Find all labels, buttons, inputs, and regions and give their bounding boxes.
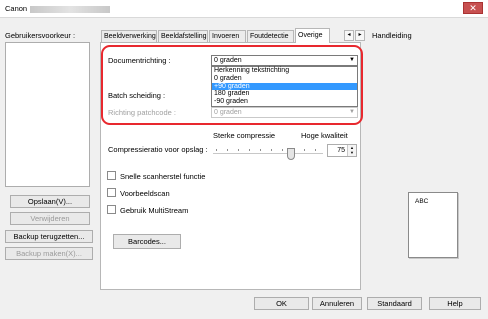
dropdown-option[interactable]: -90 graden — [212, 98, 357, 106]
stepper-arrows-icon[interactable]: ▲ ▼ — [347, 145, 356, 156]
compression-value-stepper[interactable]: 75 ▲ ▼ — [327, 144, 357, 157]
user-preference-label: Gebruikersvoorkeur : — [5, 31, 76, 40]
slider-tick — [227, 149, 228, 151]
compression-ratio-label: Compressieratio voor opslag : — [108, 145, 208, 154]
ok-button[interactable]: OK — [254, 297, 309, 310]
batch-separation-label: Batch scheiding : — [108, 91, 166, 100]
tab-error-detection[interactable]: Foutdetectie — [247, 30, 294, 42]
barcodes-button[interactable]: Barcodes... — [113, 234, 181, 249]
manual-label: Handleiding — [372, 31, 412, 40]
slider-tick — [216, 149, 217, 151]
tab-image-adjustment[interactable]: Beeldafstelling — [158, 30, 208, 42]
user-preference-list[interactable] — [5, 42, 90, 187]
document-orientation-value: 0 graden — [214, 57, 242, 64]
preview-scan-label: Voorbeeldscan — [120, 189, 170, 198]
compression-high-label: Sterke compressie — [213, 131, 276, 140]
dropdown-option[interactable]: 0 graden — [212, 75, 357, 83]
make-backup-button[interactable]: Backup maken(X)... — [5, 247, 93, 260]
cancel-button[interactable]: Annuleren — [312, 297, 362, 310]
dropdown-option[interactable]: Herkenning tekstrichting — [212, 67, 357, 75]
restore-backup-button[interactable]: Backup terugzetten... — [5, 230, 93, 243]
compression-value: 75 — [337, 147, 345, 154]
compression-slider-track[interactable] — [213, 153, 323, 154]
compression-slider-thumb[interactable] — [287, 148, 295, 160]
default-button[interactable]: Standaard — [367, 297, 422, 310]
tab-scroll-left-button[interactable]: ◂ — [344, 30, 354, 41]
dropdown-option-selected[interactable]: +90 graden — [212, 82, 357, 91]
preview-page-image: ABC — [408, 192, 458, 258]
chevron-down-icon: ▼ — [349, 57, 355, 63]
slider-tick — [238, 149, 239, 151]
window-title: Canon — [5, 4, 111, 13]
tab-other[interactable]: Overige — [295, 28, 330, 43]
tab-scroll-right-button[interactable]: ▸ — [355, 30, 365, 41]
redacted-model-name — [30, 5, 111, 13]
dropdown-option[interactable]: 180 graden — [212, 90, 357, 98]
patchcode-orientation-select[interactable]: 0 graden ▼ — [211, 107, 358, 118]
tab-image-processing[interactable]: Beeldverwerking — [101, 30, 157, 42]
slider-tick — [304, 149, 305, 151]
patchcode-orientation-label: Richting patchcode : — [108, 108, 176, 117]
multistream-label: Gebruik MultiStream — [120, 206, 189, 215]
slider-tick — [260, 149, 261, 151]
help-button[interactable]: Help — [429, 297, 481, 310]
slider-tick — [249, 149, 250, 151]
delete-button[interactable]: Verwijderen — [10, 212, 90, 225]
fast-restore-label: Snelle scanherstel functie — [120, 172, 206, 181]
patchcode-orientation-value: 0 graden — [214, 109, 242, 116]
preview-scan-checkbox[interactable] — [107, 188, 116, 197]
document-orientation-label: Documentrichting : — [108, 56, 171, 65]
preview-text: ABC — [415, 198, 429, 205]
title-bar: Canon ✕ — [0, 0, 488, 18]
close-button[interactable]: ✕ — [463, 2, 483, 14]
slider-tick — [282, 149, 283, 151]
fast-restore-checkbox[interactable] — [107, 171, 116, 180]
slider-tick — [315, 149, 316, 151]
chevron-down-icon: ▼ — [349, 109, 355, 115]
tab-input[interactable]: Invoeren — [209, 30, 246, 42]
compression-quality-label: Hoge kwaliteit — [301, 131, 348, 140]
document-orientation-dropdown[interactable]: Herkenning tekstrichting 0 graden +90 gr… — [211, 66, 358, 107]
document-orientation-select[interactable]: 0 graden ▼ — [211, 55, 358, 66]
slider-tick — [271, 149, 272, 151]
save-button[interactable]: Opslaan(V)... — [10, 195, 90, 208]
window-title-text: Canon — [5, 4, 28, 13]
multistream-checkbox[interactable] — [107, 205, 116, 214]
